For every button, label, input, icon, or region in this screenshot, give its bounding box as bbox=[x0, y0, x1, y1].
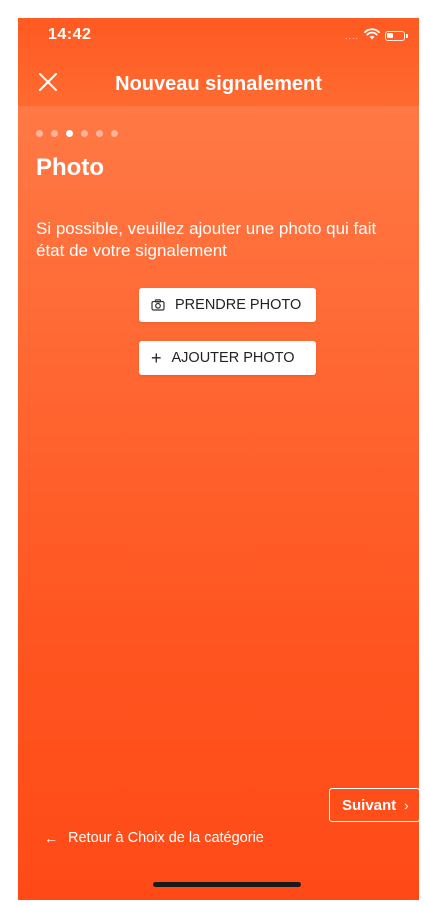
next-button[interactable]: Suivant › bbox=[329, 788, 419, 822]
top-bar: 14:42 .... Nouveau signalement bbox=[18, 18, 419, 106]
take-photo-button[interactable]: PRENDRE PHOTO bbox=[139, 288, 316, 322]
signal-indicator: .... bbox=[344, 31, 359, 41]
battery-icon bbox=[385, 31, 408, 41]
header-title: Nouveau signalement bbox=[115, 73, 322, 95]
back-link[interactable]: ← Retour à Choix de la catégorie bbox=[44, 830, 264, 846]
plus-icon: + bbox=[151, 348, 162, 368]
page-description: Si possible, veuillez ajouter une photo … bbox=[36, 219, 377, 260]
next-label: Suivant bbox=[342, 796, 397, 814]
home-indicator[interactable] bbox=[153, 882, 301, 887]
step-dot bbox=[36, 130, 43, 137]
wifi-icon bbox=[364, 27, 380, 45]
add-photo-button[interactable]: + AJOUTER PHOTO bbox=[139, 341, 316, 375]
step-dot bbox=[81, 130, 88, 137]
add-photo-label: AJOUTER PHOTO bbox=[171, 350, 295, 366]
step-dot bbox=[51, 130, 58, 137]
app-screen: 14:42 .... Nouveau signalement Photo Si … bbox=[18, 18, 419, 900]
page-title: Photo bbox=[36, 154, 104, 181]
chevron-right-icon: › bbox=[404, 797, 409, 813]
step-dot bbox=[111, 130, 118, 137]
status-icons: .... bbox=[344, 27, 408, 45]
back-link-label: Retour à Choix de la catégorie bbox=[68, 830, 264, 846]
status-time: 14:42 bbox=[48, 26, 92, 43]
arrow-left-icon: ← bbox=[44, 830, 58, 846]
camera-icon bbox=[151, 299, 165, 311]
step-dot bbox=[96, 130, 103, 137]
step-indicator bbox=[36, 130, 118, 137]
take-photo-label: PRENDRE PHOTO bbox=[175, 297, 302, 313]
step-dot-current bbox=[66, 130, 73, 137]
